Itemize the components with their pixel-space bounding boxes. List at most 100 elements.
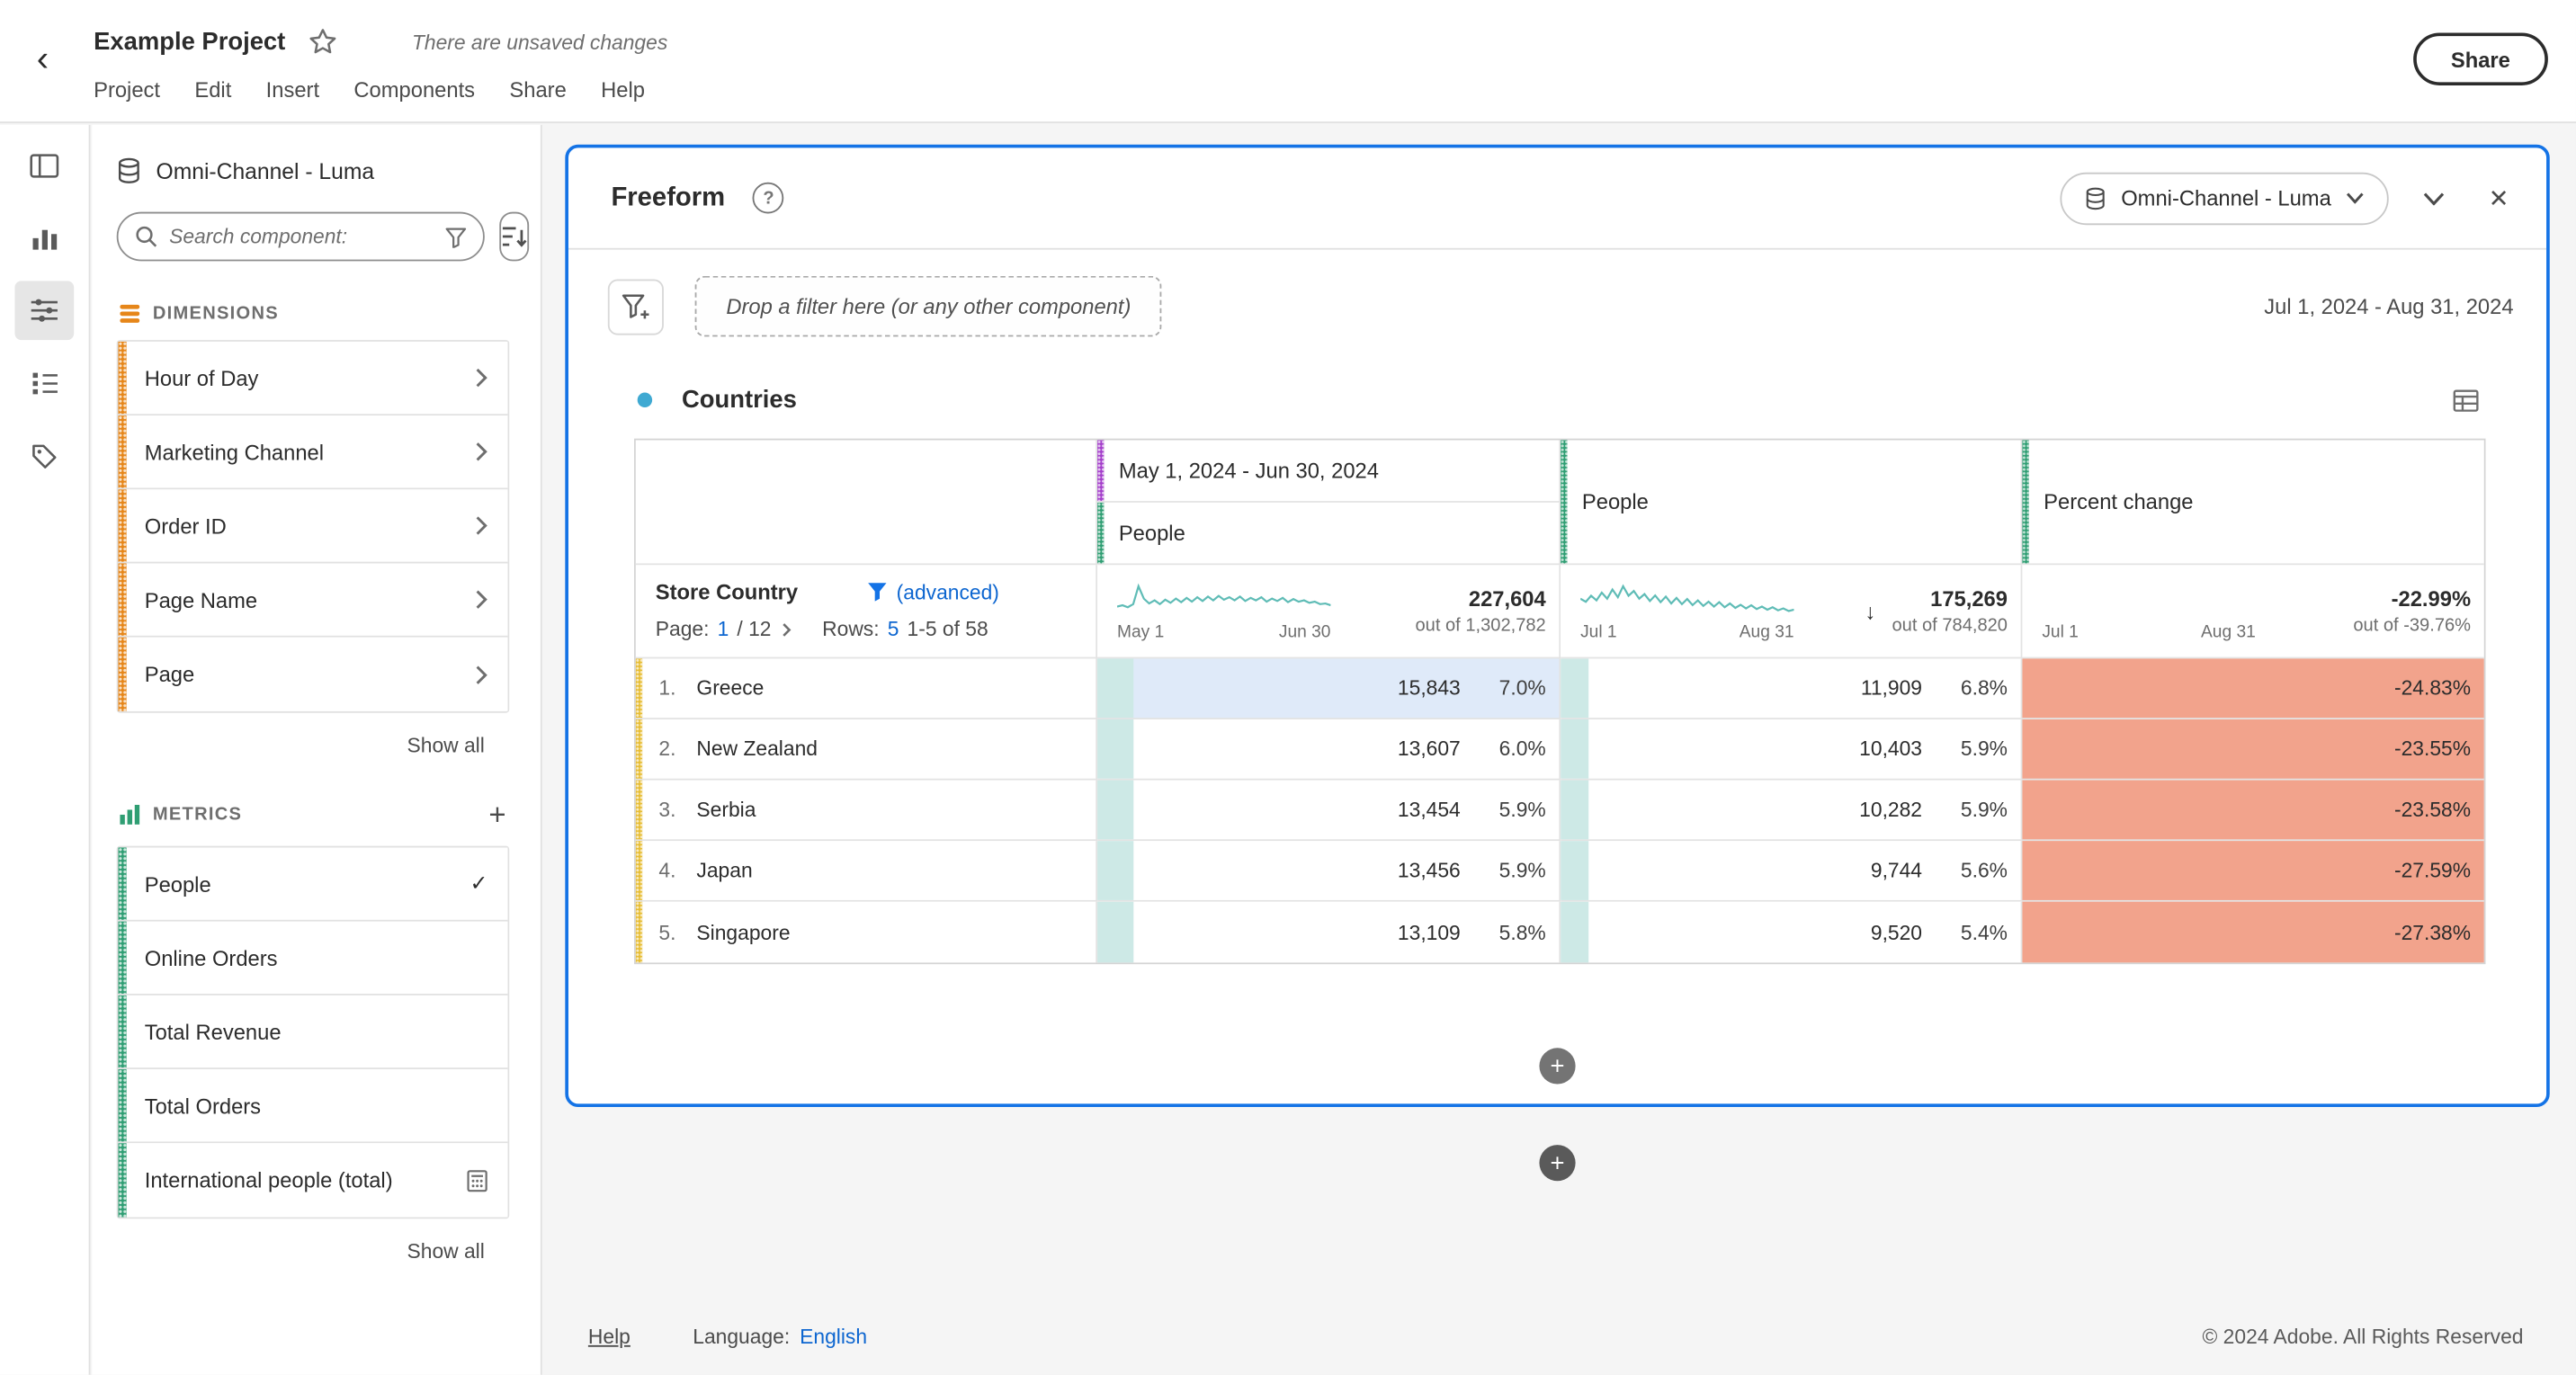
components-list-icon[interactable] [14,353,74,413]
chevron-right-icon[interactable] [475,665,488,684]
metric-label: Online Orders [145,945,278,969]
data-cell[interactable]: 10,282 5.9% [1561,781,2022,842]
dimension-marketing-channel[interactable]: Marketing Channel [119,415,508,489]
date-range-strip [1097,441,1104,502]
metric-people[interactable]: People ✓ [119,847,508,921]
viz-title: Countries [682,386,797,414]
metric-summary-cell-1[interactable]: May 1 Jun 30 227,604 out of 1,302,782 [1097,565,1561,658]
dataset-dropdown[interactable]: Omni-Channel - Luma [2061,172,2389,224]
star-icon[interactable] [309,28,336,56]
freeform-table-icon[interactable] [14,281,74,340]
cell-value: 13,109 [1398,921,1461,944]
data-cell[interactable]: 13,607 6.0% [1097,719,1561,781]
dimensions-show-all-link[interactable]: Show all [117,734,510,757]
row-label-cell[interactable]: 4. Japan [636,841,1097,902]
sort-descending-icon[interactable]: ↓ [1865,599,1875,623]
cell-value: 13,607 [1398,737,1461,761]
data-cell[interactable]: 11,909 6.8% [1561,658,2022,719]
menu-edit[interactable]: Edit [194,77,231,102]
row-rank: 4. [658,859,688,882]
column-header-date-range[interactable]: May 1, 2024 - Jun 30, 2024 [1097,441,1561,503]
data-cell[interactable]: 13,456 5.9% [1097,841,1561,902]
dimension-page[interactable]: Page [119,638,508,711]
data-cell[interactable]: 15,843 7.0% [1097,658,1561,719]
metric-total-orders[interactable]: Total Orders [119,1069,508,1143]
row-color-strip [636,781,642,840]
language-link[interactable]: English [800,1326,867,1349]
dimension-header-cell[interactable]: Store Country (advanced) Page: 1 / 12 [636,565,1097,658]
rows-value-link[interactable]: 5 [888,618,899,641]
row-label-cell[interactable]: 5. Singapore [636,902,1097,963]
add-filter-icon[interactable] [608,279,664,335]
data-cell[interactable]: 13,109 5.8% [1097,902,1561,963]
percent-change-cell[interactable]: -24.83% [2022,658,2483,719]
tag-icon[interactable] [14,425,74,485]
column-header-percent-change[interactable]: Percent change [2022,441,2483,566]
panel-date-range[interactable]: Jul 1, 2024 - Aug 31, 2024 [2264,294,2513,318]
dimension-page-name[interactable]: Page Name [119,563,508,637]
metric-online-orders[interactable]: Online Orders [119,922,508,996]
data-cell[interactable]: 13,454 5.9% [1097,781,1561,842]
add-panel-icon[interactable]: + [1539,1145,1575,1181]
percent-change-cell[interactable]: -27.59% [2022,841,2483,902]
metric-total-revenue[interactable]: Total Revenue [119,996,508,1069]
row-label-cell[interactable]: 3. Serbia [636,781,1097,842]
metric-international-people[interactable]: International people (total) [119,1143,508,1217]
dimensions-label: DIMENSIONS [153,304,279,324]
row-label-cell[interactable]: 2. New Zealand [636,719,1097,781]
cell-band [1561,658,1588,718]
chevron-right-icon[interactable] [475,442,488,461]
advanced-filter-icon[interactable] [867,582,887,603]
chevron-right-icon[interactable] [475,368,488,388]
column-header-people-1[interactable]: People [1097,503,1561,565]
share-button[interactable]: Share [2413,33,2548,85]
sort-components-button[interactable] [499,212,529,262]
menu-insert[interactable]: Insert [266,77,319,102]
percent-change-cell[interactable]: -23.58% [2022,781,2483,842]
metric-summary-cell-2[interactable]: Jul 1 Aug 31 ↓ 175,269 out of 784,820 [1561,565,2022,658]
search-component-input[interactable] [169,225,434,248]
panels-icon[interactable] [14,137,74,196]
chevron-right-icon[interactable] [475,590,488,610]
help-icon[interactable]: ? [753,183,784,214]
left-rail [0,125,90,1375]
column-header-people-2[interactable]: People [1561,441,2022,566]
percent-change-cell[interactable]: -23.55% [2022,719,2483,781]
percent-change-cell[interactable]: -27.38% [2022,902,2483,963]
page-current-link[interactable]: 1 [718,618,729,641]
metrics-show-all-link[interactable]: Show all [117,1240,510,1263]
data-cell[interactable]: 9,744 5.6% [1561,841,2022,902]
cell-band [1561,902,1588,963]
close-panel-icon[interactable]: ✕ [2477,176,2519,219]
footer-help-link[interactable]: Help [588,1326,631,1349]
menu-project[interactable]: Project [94,77,160,102]
data-cell[interactable]: 9,520 5.4% [1561,902,2022,963]
menu-help[interactable]: Help [601,77,645,102]
sparkline-people-jul-aug [1580,581,1793,619]
collapse-panel-icon[interactable] [2411,176,2454,219]
add-metric-icon[interactable]: + [488,800,505,830]
visualizations-icon[interactable] [14,209,74,268]
range-start-label: Jul 1 [2042,621,2079,641]
filter-funnel-icon[interactable] [445,226,467,247]
next-page-icon[interactable] [783,621,792,636]
row-rank: 2. [658,737,688,761]
menu-share[interactable]: Share [509,77,566,102]
row-rank: 3. [658,799,688,822]
viz-settings-table-icon[interactable] [2453,388,2479,412]
filter-drop-zone[interactable]: Drop a filter here (or any other compone… [695,276,1162,337]
add-visualization-icon[interactable]: + [1539,1048,1575,1084]
data-cell[interactable]: 10,403 5.9% [1561,719,2022,781]
menu-components[interactable]: Components [353,77,475,102]
cell-value: 9,520 [1871,921,1922,944]
advanced-link[interactable]: (advanced) [897,581,999,604]
metric-summary-cell-3[interactable]: Jul 1 Aug 31 -22.99% out of -39.76% [2022,565,2483,658]
metric-total: -22.99% [2353,586,2471,611]
dimension-order-id[interactable]: Order ID [119,489,508,563]
dimension-hour-of-day[interactable]: Hour of Day [119,342,508,415]
cell-value: 13,456 [1398,859,1461,882]
chevron-right-icon[interactable] [475,516,488,536]
row-label-cell[interactable]: 1. Greece [636,658,1097,719]
back-icon[interactable]: ‹ [23,40,63,79]
cell-percent: 5.9% [1461,859,1546,882]
